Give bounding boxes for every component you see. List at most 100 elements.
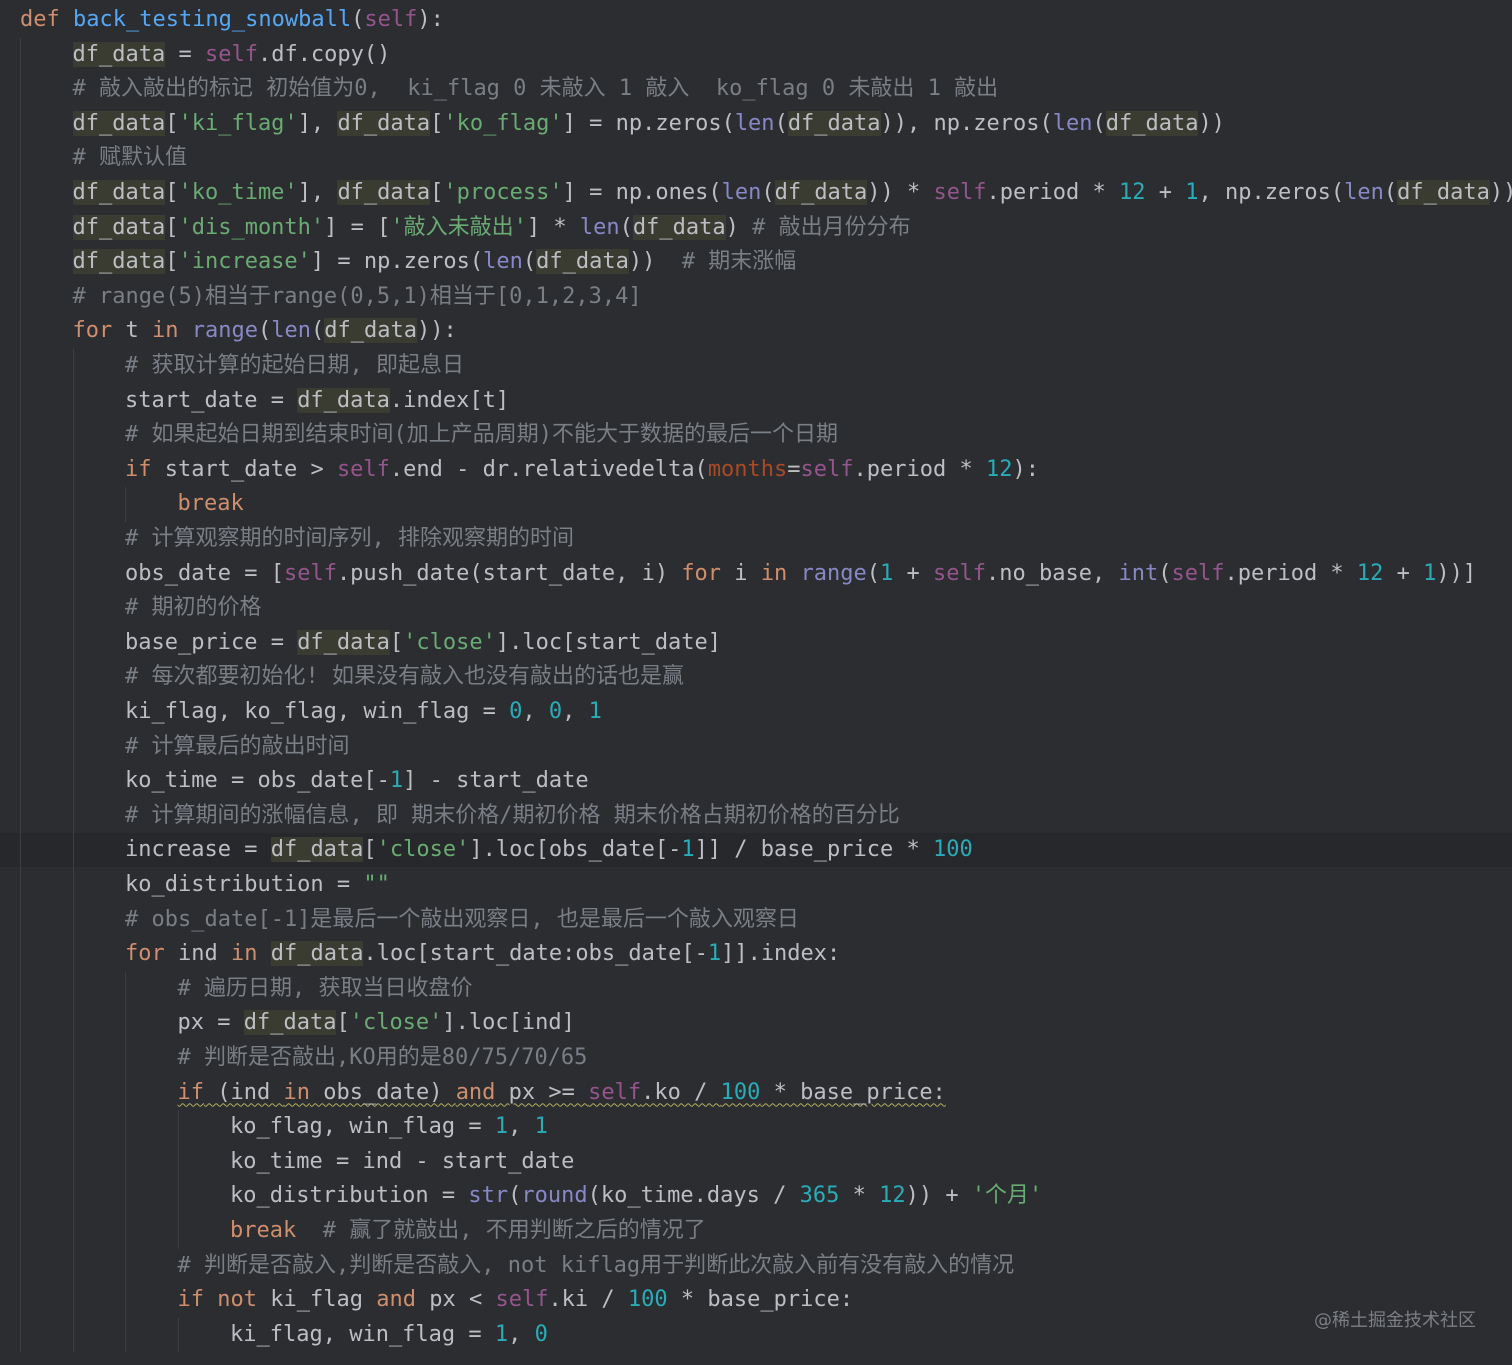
- code-token: *: [839, 1183, 880, 1209]
- code-line[interactable]: ko_distribution = str(round(ko_time.days…: [0, 1179, 1512, 1213]
- code-line[interactable]: base_price = df_data['close'].loc[start_…: [0, 626, 1512, 660]
- code-token: i: [721, 560, 761, 586]
- code-token: df_data: [1105, 110, 1199, 136]
- code-token: .period *: [1224, 560, 1357, 586]
- code-line-content: # 遍历日期, 获取当日收盘价: [178, 976, 473, 1001]
- code-line[interactable]: if start_date > self.end - dr.relativede…: [0, 453, 1512, 487]
- code-comment: # 判断是否敲出,KO用的是80/75/70/65: [177, 1045, 588, 1070]
- code-line[interactable]: df_data = self.df.copy(): [0, 38, 1512, 72]
- code-line[interactable]: # 计算期间的涨幅信息, 即 期末价格/期初价格 期末价格占期初价格的百分比: [0, 799, 1512, 833]
- code-line[interactable]: # 如果起始日期到结束时间(加上产品周期)不能大于数据的最后一个日期: [0, 418, 1512, 452]
- code-line[interactable]: # obs_date[-1]是最后一个敲出观察日, 也是最后一个敲入观察日: [0, 903, 1512, 937]
- code-token: in: [283, 1079, 310, 1105]
- code-line[interactable]: break: [0, 487, 1512, 521]
- code-line[interactable]: # 判断是否敲出,KO用的是80/75/70/65: [0, 1041, 1512, 1075]
- code-token: 1: [389, 768, 404, 794]
- code-comment: # 赋默认值: [72, 145, 188, 171]
- indent-guide: [125, 971, 126, 1353]
- code-token: 365: [799, 1183, 840, 1209]
- code-token: 100: [932, 837, 973, 863]
- code-line[interactable]: increase = df_data['close'].loc[obs_date…: [0, 833, 1512, 868]
- code-token: [: [165, 214, 179, 240]
- code-line[interactable]: ko_time = ind - start_date: [0, 1145, 1512, 1179]
- code-line[interactable]: # 敲入敲出的标记 初始值为0, ki_flag 0 未敲入 1 敲入 ko_f…: [0, 72, 1512, 106]
- code-token: ko_distribution =: [125, 872, 364, 897]
- code-line[interactable]: df_data['increase'] = np.zeros(len(df_da…: [0, 245, 1512, 279]
- code-line[interactable]: px = df_data['close'].loc[ind]: [0, 1006, 1512, 1040]
- code-line-content: obs_date = [self.push_date(start_date, i…: [125, 561, 1476, 586]
- code-token: in: [230, 941, 258, 967]
- code-line[interactable]: df_data['ko_time'], df_data['process'] =…: [0, 176, 1512, 210]
- code-line[interactable]: if not ki_flag and px < self.ki / 100 * …: [0, 1283, 1512, 1317]
- code-token: 'close': [349, 1010, 443, 1036]
- code-line[interactable]: ko_time = obs_date[-1] - start_date: [0, 764, 1512, 798]
- code-line-content: break: [178, 491, 244, 516]
- code-token: self: [800, 456, 854, 482]
- code-line[interactable]: # 计算观察期的时间序列, 排除观察期的时间: [0, 522, 1512, 556]
- code-token: 1: [880, 560, 894, 586]
- code-comment: # 每次都要初始化! 如果没有敲入也没有敲出的话也是赢: [125, 664, 684, 690]
- code-line[interactable]: def back_testing_snowball(self):: [0, 3, 1512, 37]
- code-token: (: [1383, 180, 1398, 205]
- code-line[interactable]: break # 赢了就敲出, 不用判断之后的情况了: [0, 1214, 1512, 1248]
- code-line[interactable]: ko_flag, win_flag = 1, 1: [0, 1110, 1512, 1144]
- code-token: +: [893, 560, 934, 586]
- code-token: ,: [522, 699, 549, 724]
- indent-guide: [177, 1110, 179, 1249]
- code-token: [: [363, 837, 377, 863]
- code-line-content: if start_date > self.end - dr.relativede…: [125, 457, 1039, 482]
- code-token: .loc[start_date:obs_date[-: [363, 941, 708, 967]
- code-token: 'close': [376, 837, 470, 863]
- code-token: len: [483, 249, 523, 275]
- indent-guide: [177, 1317, 179, 1353]
- code-token: 'ki_flag': [178, 110, 298, 136]
- code-token: )): [1198, 110, 1225, 136]
- code-line[interactable]: for ind in df_data.loc[start_date:obs_da…: [0, 937, 1512, 971]
- code-token: break: [177, 491, 244, 517]
- code-token: and: [376, 1287, 416, 1313]
- code-token: .push_date(start_date, i): [336, 560, 682, 586]
- code-token: ] - start_date: [403, 768, 589, 794]
- watermark: @稀土掘金技术社区: [1314, 1310, 1476, 1331]
- code-line[interactable]: obs_date = [self.push_date(start_date, i…: [0, 557, 1512, 591]
- code-line[interactable]: ki_flag, ko_flag, win_flag = 0, 0, 1: [0, 695, 1512, 729]
- code-line[interactable]: df_data['dis_month'] = ['敲入未敲出'] * len(d…: [0, 211, 1512, 245]
- indent-guide: [125, 487, 126, 522]
- code-line[interactable]: # range(5)相当于range(0,5,1)相当于[0,1,2,3,4]: [0, 280, 1512, 314]
- code-line[interactable]: # 遍历日期, 获取当日收盘价: [0, 972, 1512, 1006]
- code-line[interactable]: if (ind in obs_date) and px >= self.ko /…: [0, 1076, 1512, 1110]
- code-line[interactable]: ko_distribution = "": [0, 868, 1512, 902]
- code-line[interactable]: # 计算最后的敲出时间: [0, 730, 1512, 764]
- code-line[interactable]: ki_flag, win_flag = 1, 0: [0, 1318, 1512, 1352]
- code-line[interactable]: # 赋默认值: [0, 141, 1512, 175]
- code-line[interactable]: # 获取计算的起始日期, 即起息日: [0, 349, 1512, 383]
- code-line-content: # 获取计算的起始日期, 即起息日: [125, 353, 464, 378]
- code-token: [: [336, 1010, 350, 1036]
- code-token: len: [579, 214, 620, 240]
- code-token: .period *: [986, 180, 1119, 205]
- code-token: (: [522, 249, 537, 275]
- code-token: df_data: [337, 110, 431, 136]
- code-line[interactable]: # 期初的价格: [0, 591, 1512, 625]
- code-token: (: [508, 1183, 522, 1209]
- code-token: (: [866, 560, 881, 586]
- code-line-content: def back_testing_snowball(self):: [20, 7, 444, 32]
- code-comment: # range(5)相当于range(0,5,1)相当于[0,1,2,3,4]: [72, 283, 642, 309]
- code-token: ko_flag, win_flag =: [230, 1114, 495, 1140]
- code-token: range: [800, 560, 867, 586]
- code-line[interactable]: # 判断是否敲入,判断是否敲入, not kiflag用于判断此次敲入前有没有敲…: [0, 1249, 1512, 1283]
- code-editor[interactable]: def back_testing_snowball(self): df_data …: [0, 0, 1512, 1365]
- code-line[interactable]: # 每次都要初始化! 如果没有敲入也没有敲出的话也是赢: [0, 660, 1512, 694]
- code-line[interactable]: for t in range(len(df_data)):: [0, 314, 1512, 348]
- code-token: (: [1092, 110, 1106, 136]
- code-token: df_data: [72, 41, 166, 67]
- code-line[interactable]: start_date = df_data.index[t]: [0, 384, 1512, 418]
- code-comment: # 计算最后的敲出时间: [125, 733, 350, 759]
- code-token: [: [165, 249, 179, 275]
- code-line[interactable]: df_data['ki_flag'], df_data['ko_flag'] =…: [0, 107, 1512, 141]
- code-token: for: [681, 560, 722, 586]
- code-token: self: [364, 7, 418, 32]
- code-token: 0: [534, 1321, 548, 1347]
- code-token: * base_price:: [760, 1079, 946, 1105]
